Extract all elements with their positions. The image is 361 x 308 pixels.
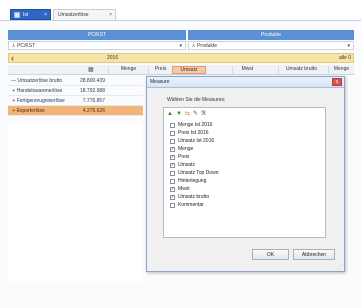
checkbox[interactable] [170,178,175,184]
list-item[interactable]: Umsatz [170,161,218,169]
ok-button[interactable]: OK [252,249,289,260]
table-rows: — Umsatzerlöse brutto 28.800.439 + Hande… [8,76,143,116]
row-value: 28.800.439 [79,77,105,84]
column-header-row: ▦ Menge Preis Umsatz Mwst Umsatz brutto … [8,65,354,75]
list-item[interactable]: Menge Ist 2016 [170,121,218,129]
filter-icon: ⅄ [192,42,196,49]
year-label[interactable]: 2016 [107,55,118,61]
column-header-menge[interactable]: Menge [108,66,148,74]
checkbox[interactable] [170,186,175,192]
tab-umsatzerloese-label: Umsatzerlöse [58,12,89,18]
row-value: 7.776.857 [82,97,105,104]
close-button[interactable]: x [332,78,342,86]
dimension-header-produkte[interactable]: Produkte [188,30,354,40]
list-item[interactable]: Menge [170,145,218,153]
edit-icon[interactable]: ✎ [193,111,198,118]
tab-close-icon[interactable]: × [109,12,112,18]
checkbox[interactable] [170,162,175,168]
row-label: + Fertigerzeugniserlöse [11,97,65,104]
row-label: + Handelswarenerlöse [11,87,63,94]
list-item[interactable]: Mwst [170,185,218,193]
swap-icon[interactable]: ⇆ [185,111,190,118]
dialog-instruction: Wählen Sie die Measures: [167,97,226,103]
checkbox[interactable] [170,130,175,136]
table-settings-icon[interactable]: ▦ [88,66,94,73]
list-item[interactable]: Umsatz Ist 2016 [170,137,218,145]
checkbox[interactable] [170,202,175,208]
column-header-preis[interactable]: Preis [148,66,172,74]
dimension-header-pc-kst[interactable]: PC/KST [8,30,186,40]
column-header-umsatz[interactable]: Umsatz [172,66,206,74]
checkbox[interactable] [170,194,175,200]
measure-dialog: Measure x Wählen Sie die Measures: ▲ ▼ ⇆… [146,76,345,272]
dimension-select-label: PC/KST [17,42,36,49]
dialog-title: Measure [150,79,170,85]
list-item[interactable]: Preis [170,153,218,161]
chevron-left-icon[interactable]: ‹ [11,53,14,63]
table-row[interactable]: + Handelswarenerlöse 18.792.988 [8,86,143,96]
row-value: 4.276.626 [82,107,105,114]
move-up-icon[interactable]: ▲ [167,111,173,118]
measure-list-box: ▲ ▼ ⇆ ✎ ℜ Menge Ist 2016 Preis Ist 2016 … [163,107,326,238]
table-row[interactable]: — Umsatzerlöse brutto 28.800.439 [8,76,143,86]
checkbox[interactable] [170,146,175,152]
measure-list: Menge Ist 2016 Preis Ist 2016 Umsatz Ist… [170,121,218,209]
rename-icon[interactable]: ℜ [201,111,206,118]
checkbox[interactable] [170,170,175,176]
dimension-select-label: Produkte [197,42,218,49]
chevron-down-icon[interactable]: ▾ [179,43,182,49]
checkbox[interactable] [170,138,175,144]
list-item[interactable]: Umsatz brutto [170,193,218,201]
table-row[interactable]: + Fertigerzeugniserlöse 7.776.857 [8,96,143,106]
row-label: + Exporterlöse [11,107,45,114]
filter-icon: ⅄ [12,42,16,49]
cancel-button[interactable]: Abbrechen [293,249,335,260]
checkbox[interactable] [170,154,175,160]
table-empty-area [8,122,143,282]
list-item[interactable]: Kommentar [170,201,218,209]
table-row[interactable]: + Exporterlöse 4.276.626 [8,106,143,116]
tab-umsatzerloese[interactable]: Umsatzerlöse × [53,9,116,20]
tab-ist[interactable]: Ist × [10,9,51,20]
column-header-umsatz-brutto[interactable]: Umsatz brutto [278,66,324,74]
checkbox[interactable] [170,122,175,128]
measure-toolbar: ▲ ▼ ⇆ ✎ ℜ [167,111,206,118]
list-item[interactable]: Preis Ist 2016 [170,129,218,137]
dialog-title-bar: Measure x [147,77,344,88]
time-filter-bar: ‹ 2016 alle 0 [8,53,354,63]
row-label: — Umsatzerlöse brutto [11,77,63,84]
column-header-menge-2[interactable]: Menge [328,66,354,74]
dimension-select-pc-kst[interactable]: ⅄ PC/KST ▾ [8,41,186,50]
list-item[interactable]: Hinterlegung [170,177,218,185]
move-down-icon[interactable]: ▼ [176,111,182,118]
tab-ist-label: Ist [23,11,29,18]
filter-right-label[interactable]: alle 0 [339,55,351,61]
resize-grip-icon[interactable]: ⋰ [338,264,343,270]
tab-close-icon[interactable]: × [44,12,47,18]
row-value: 18.792.988 [79,87,105,94]
dimension-select-produkte[interactable]: ⅄ Produkte ▾ [188,41,354,50]
chevron-down-icon[interactable]: ▾ [347,43,350,49]
column-header-mwst[interactable]: Mwst [232,66,262,74]
grid-icon [14,11,20,18]
list-item[interactable]: Umsatz Top Down [170,169,218,177]
